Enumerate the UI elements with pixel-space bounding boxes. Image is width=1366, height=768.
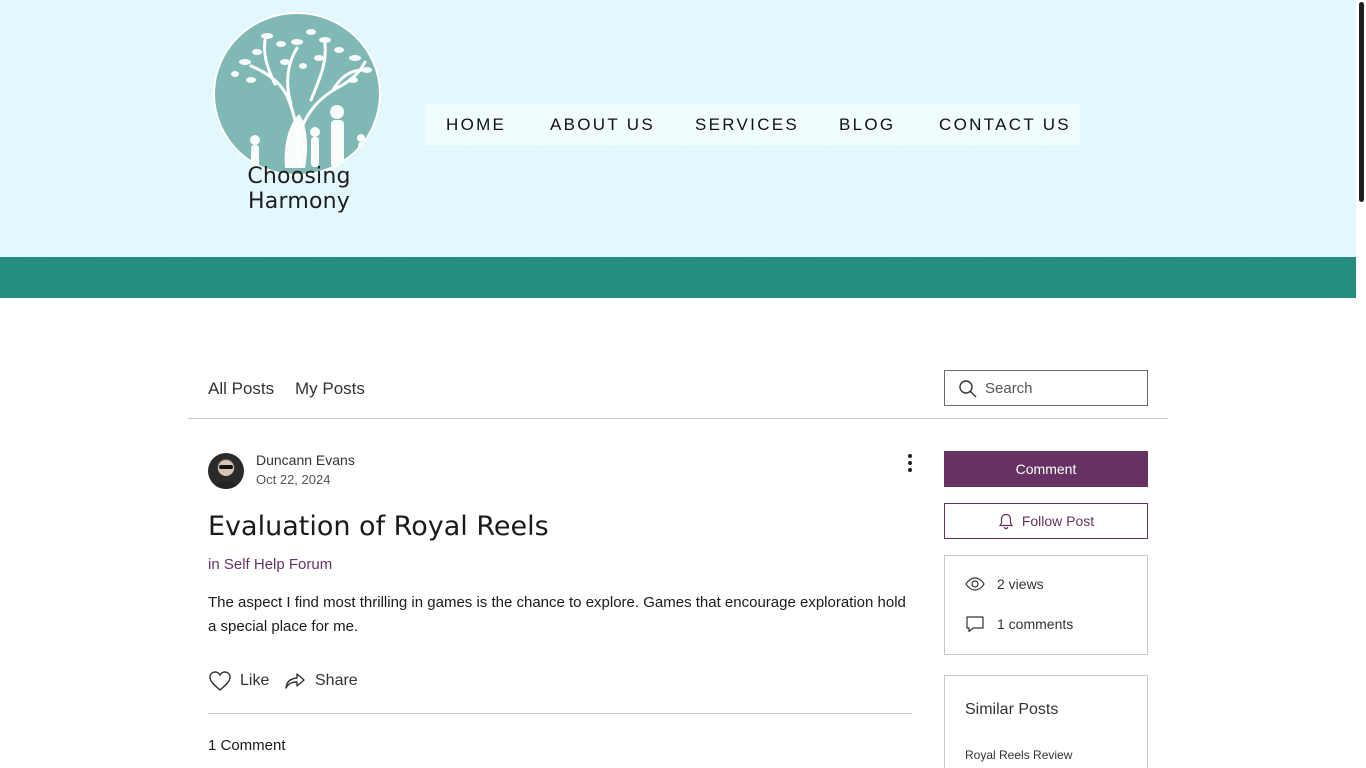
post-body: The aspect I find most thrilling in game… — [208, 594, 906, 635]
views-stat: 2 views — [965, 576, 1044, 592]
tab-all-posts[interactable]: All Posts — [208, 379, 274, 399]
nav-home[interactable]: HOME — [446, 115, 506, 135]
post-stats: 2 views 1 comments — [944, 555, 1148, 655]
nav-services[interactable]: SERVICES — [695, 115, 799, 135]
more-options-button[interactable] — [898, 451, 922, 475]
heart-icon — [209, 671, 231, 691]
comment-button[interactable]: Comment — [944, 451, 1148, 487]
similar-posts-heading: Similar Posts — [965, 701, 1059, 718]
nav-blog[interactable]: BLOG — [839, 115, 895, 135]
bell-icon — [998, 513, 1013, 529]
author-name[interactable]: Duncann Evans — [256, 452, 355, 468]
follow-post-button[interactable]: Follow Post — [944, 503, 1148, 539]
page-scrollbar[interactable] — [1356, 0, 1366, 768]
like-label: Like — [240, 672, 270, 689]
post-title: Evaluation of Royal Reels — [208, 511, 549, 542]
nav-contact-us[interactable]: CONTACT US — [939, 115, 1071, 135]
site-logo[interactable]: Choosing Harmony — [196, 8, 402, 214]
post-divider — [208, 713, 912, 714]
more-vertical-icon — [908, 454, 912, 472]
logo-tree-emblem — [213, 12, 381, 176]
post-date: Oct 22, 2024 — [256, 472, 331, 487]
views-count: 2 views — [997, 576, 1044, 592]
search-input[interactable] — [985, 377, 1135, 399]
comments-stat: 1 comments — [965, 615, 1073, 633]
search-box[interactable] — [944, 370, 1148, 406]
comments-stat-count: 1 comments — [997, 616, 1074, 632]
nav-about-us[interactable]: ABOUT US — [550, 115, 655, 135]
eye-icon — [965, 577, 985, 591]
teal-band — [0, 257, 1356, 298]
share-label: Share — [315, 672, 358, 689]
share-button[interactable]: Share — [284, 668, 358, 694]
blog-nav: All Posts My Posts — [188, 355, 1168, 419]
similar-posts: Similar Posts Royal Reels Review — [944, 675, 1148, 768]
comment-bubble-icon — [966, 616, 984, 633]
search-icon[interactable] — [958, 379, 978, 399]
comments-heading: 1 Comment — [208, 737, 286, 754]
author-avatar[interactable] — [208, 453, 244, 489]
scroll-thumb[interactable] — [1359, 2, 1364, 202]
share-arrow-icon — [285, 673, 305, 689]
site-header: Choosing Harmony HOME ABOUT US SERVICES … — [0, 0, 1356, 257]
similar-post-link[interactable]: Royal Reels Review — [965, 748, 1072, 762]
like-button[interactable]: Like — [208, 668, 269, 694]
tab-my-posts[interactable]: My Posts — [295, 379, 365, 399]
logo-text: Choosing Harmony — [247, 164, 351, 214]
post-category-link[interactable]: in Self Help Forum — [208, 556, 332, 573]
follow-post-label: Follow Post — [1021, 513, 1095, 529]
main-nav: HOME ABOUT US SERVICES BLOG CONTACT US — [425, 104, 1080, 145]
